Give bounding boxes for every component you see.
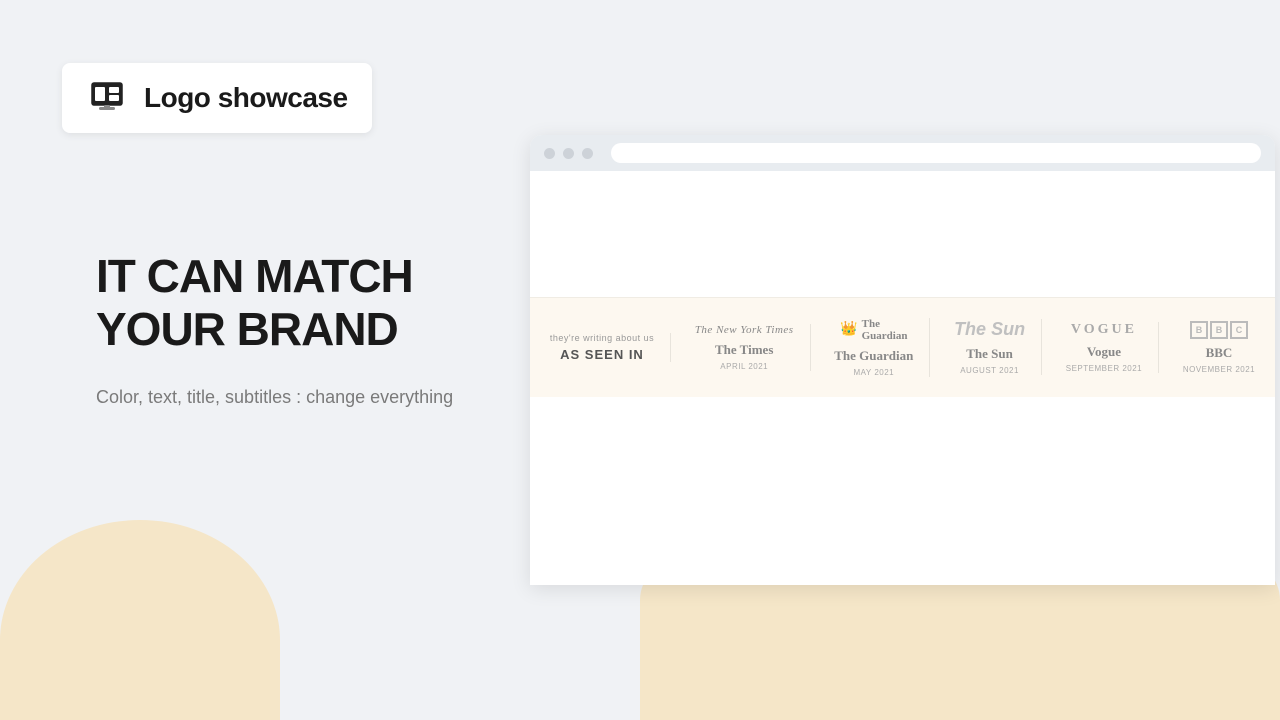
logo-strip: they're writing about us AS SEEN IN The … bbox=[530, 297, 1275, 397]
browser-dot-red bbox=[544, 148, 555, 159]
browser-bottom-section bbox=[530, 397, 1275, 585]
bbc-box-b1: B bbox=[1190, 321, 1208, 339]
vogue-display-name: Vogue bbox=[1087, 344, 1121, 360]
main-heading: IT CAN MATCH YOUR BRAND bbox=[96, 250, 453, 356]
vogue-date: September 2021 bbox=[1066, 364, 1142, 373]
browser-dot-yellow bbox=[563, 148, 574, 159]
as-seen-main: AS SEEN IN bbox=[560, 347, 644, 362]
sun-date: AUGUST 2021 bbox=[960, 366, 1019, 375]
logo-item-bbc: B B C BBC November 2021 bbox=[1167, 321, 1271, 374]
bbc-display-name: BBC bbox=[1206, 345, 1233, 361]
left-content: IT CAN MATCH YOUR BRAND Color, text, tit… bbox=[96, 250, 453, 411]
logo-item-vogue: VOGUE Vogue September 2021 bbox=[1050, 322, 1159, 373]
browser-dot-green bbox=[582, 148, 593, 159]
guardian-display-name: The Guardian bbox=[834, 348, 913, 364]
logo-item-sun: The Sun The Sun AUGUST 2021 bbox=[938, 319, 1042, 375]
browser-content: they're writing about us AS SEEN IN The … bbox=[530, 171, 1275, 585]
blob-bottom-left bbox=[0, 520, 280, 720]
logo-item-nyt: The New York Times The Times APRIL 2021 bbox=[679, 324, 811, 371]
as-seen-label: they're writing about us AS SEEN IN bbox=[534, 333, 671, 362]
layout-icon bbox=[86, 77, 128, 119]
badge-title: Logo showcase bbox=[144, 82, 348, 114]
guardian-date: MAY 2021 bbox=[854, 368, 895, 377]
nyt-logo-text: The New York Times bbox=[695, 324, 794, 336]
as-seen-sub: they're writing about us bbox=[550, 333, 654, 343]
bbc-date: November 2021 bbox=[1183, 365, 1255, 374]
guardian-logo-img: 👑 TheGuardian bbox=[840, 318, 907, 342]
guardian-crown: 👑 bbox=[840, 321, 857, 338]
header-badge: Logo showcase bbox=[62, 63, 372, 133]
nyt-display-name: The Times bbox=[715, 342, 773, 358]
bbc-logo-boxes: B B C bbox=[1190, 321, 1248, 339]
bbc-box-c: C bbox=[1230, 321, 1248, 339]
browser-bar bbox=[530, 135, 1275, 171]
vogue-logo-text: VOGUE bbox=[1071, 322, 1137, 338]
browser-top-section bbox=[530, 171, 1275, 297]
sub-text: Color, text, title, subtitles : change e… bbox=[96, 384, 453, 411]
sun-logo-text: The Sun bbox=[954, 319, 1025, 340]
bbc-box-b2: B bbox=[1210, 321, 1228, 339]
sun-display-name: The Sun bbox=[966, 346, 1013, 362]
nyt-date: APRIL 2021 bbox=[720, 362, 768, 371]
browser-url-bar bbox=[611, 143, 1261, 163]
logo-item-guardian: 👑 TheGuardian The Guardian MAY 2021 bbox=[818, 318, 930, 377]
browser-mockup: they're writing about us AS SEEN IN The … bbox=[530, 135, 1275, 585]
